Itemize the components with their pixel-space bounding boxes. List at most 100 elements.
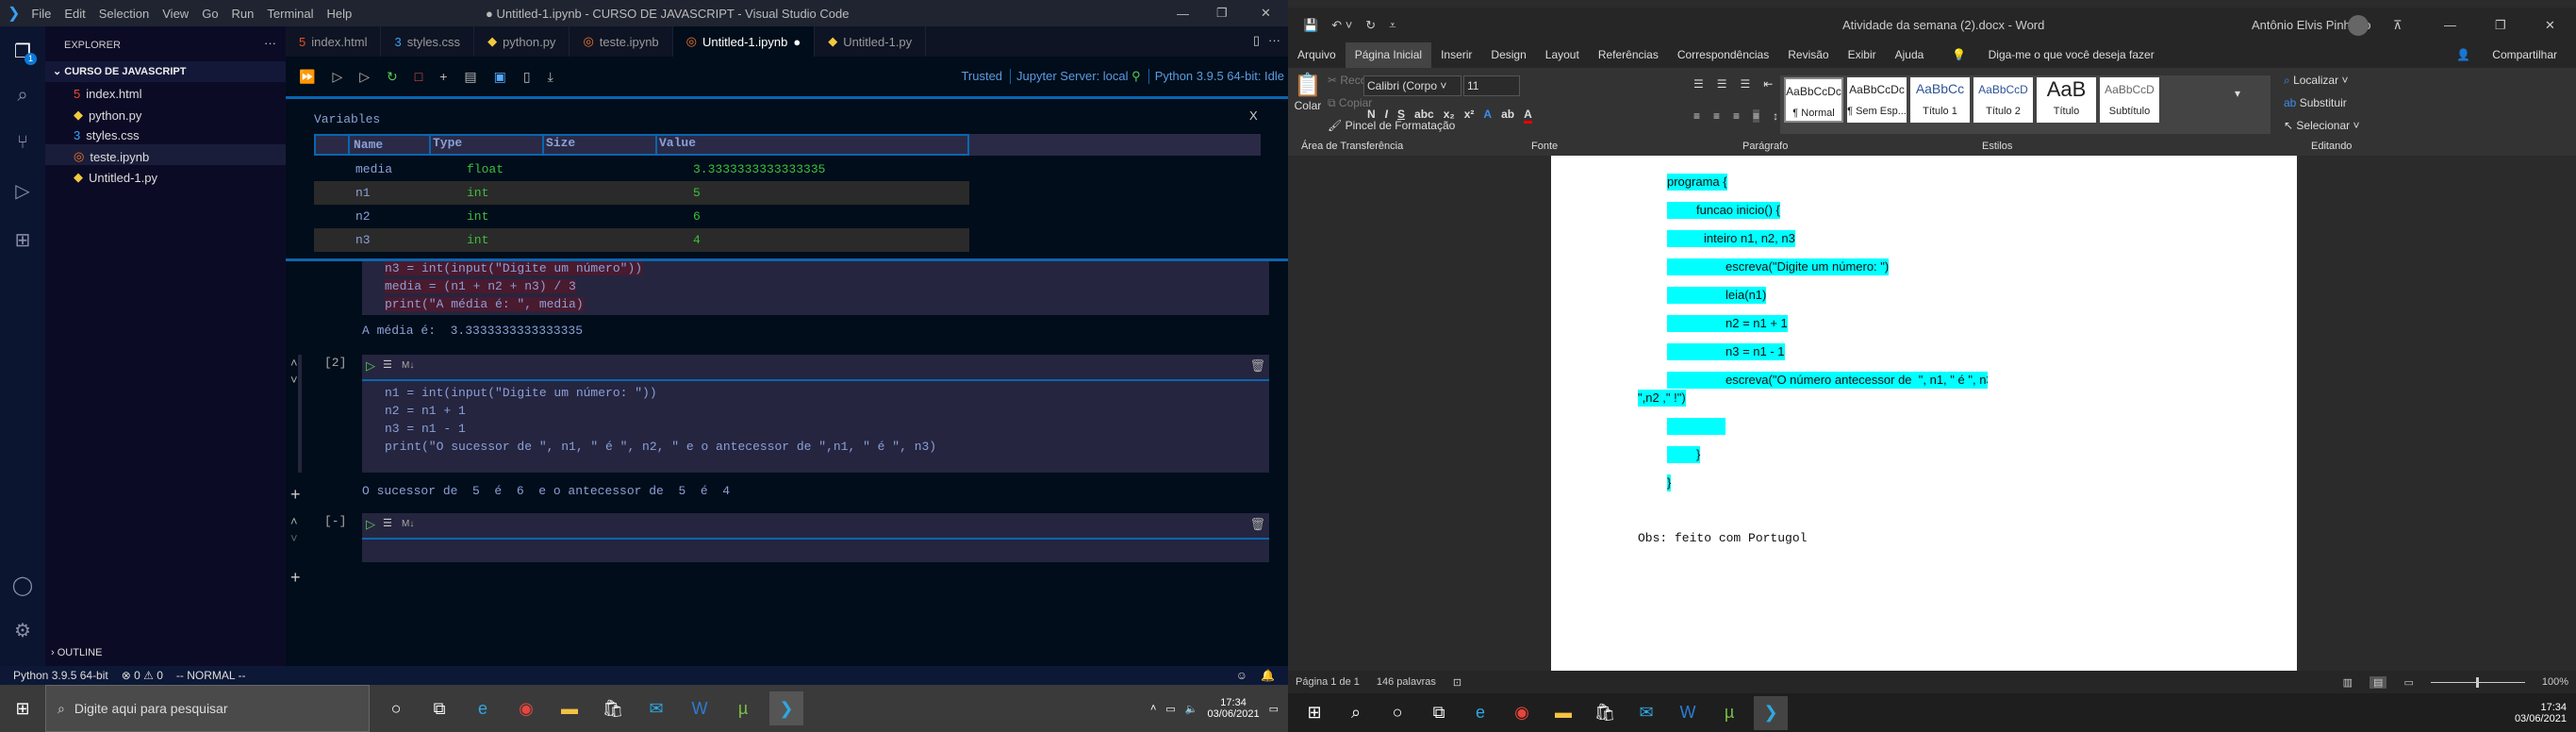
clear-outputs-icon[interactable]: ▤ xyxy=(464,69,476,85)
account-icon[interactable]: ◯ xyxy=(11,574,34,596)
word-icon[interactable]: W xyxy=(683,691,717,725)
avatar[interactable] xyxy=(2348,14,2369,36)
italic-button[interactable]: I xyxy=(1385,108,1388,124)
file-item[interactable]: ◆ python.py xyxy=(74,108,141,123)
tab-untitled-ipynb[interactable]: ◎ Untitled-1.ipynb ● xyxy=(672,26,816,57)
close-variables-button[interactable]: X xyxy=(1249,108,1258,123)
tray-chevron-icon[interactable]: ˄ xyxy=(1150,703,1156,714)
task-view-icon[interactable]: ⧉ xyxy=(422,691,456,725)
menu-help[interactable]: Help xyxy=(327,7,353,21)
find-button[interactable]: ⌕ Localizar ˅ xyxy=(2284,74,2348,88)
menu-terminal[interactable]: Terminal xyxy=(267,7,313,21)
mail-icon[interactable]: ✉ xyxy=(1629,696,1663,730)
superscript-button[interactable]: x² xyxy=(1464,108,1475,124)
tab-untitled-py[interactable]: ◆ Untitled-1.py xyxy=(815,26,927,57)
page-count[interactable]: Página 1 de 1 xyxy=(1296,676,1360,688)
variable-row[interactable]: n1 int 5 xyxy=(314,181,969,205)
doc-line[interactable]: n2 = n1 + 1 xyxy=(1667,315,1788,332)
more-actions-icon[interactable]: ··· xyxy=(1268,33,1280,47)
vscode-taskbar-icon[interactable]: ❯ xyxy=(769,691,803,725)
move-down-icon[interactable]: ˅ xyxy=(290,531,298,545)
outline-section[interactable]: › OUTLINE xyxy=(45,647,286,658)
store-icon[interactable]: 🛍 xyxy=(1588,696,1622,730)
tab-pagina-inicial[interactable]: Página Inicial xyxy=(1345,42,1432,68)
move-up-icon[interactable]: ˄ xyxy=(290,514,298,528)
search-icon[interactable]: ⌕ xyxy=(11,85,34,108)
line-spacing-button[interactable]: ↕ xyxy=(1773,109,1778,123)
tab-styles-css[interactable]: 3 styles.css xyxy=(381,26,475,57)
justify-button[interactable]: ≡ xyxy=(1753,109,1760,123)
copy-button[interactable]: ⧉ Copiar xyxy=(1328,96,1372,110)
source-control-icon[interactable]: ⑂ xyxy=(11,132,34,155)
doc-line[interactable]: ",n2 ," !") xyxy=(1638,390,1686,407)
export-icon[interactable]: ⤓ xyxy=(548,69,553,85)
doc-line[interactable]: inteiro n1, n2, n3 xyxy=(1667,230,1795,247)
file-explorer-icon[interactable]: ▬ xyxy=(553,691,586,725)
tell-me-box[interactable]: 💡 Diga-me o que você deseja fazer xyxy=(1933,42,2172,68)
tab-teste-ipynb[interactable]: ◎ teste.ipynb xyxy=(570,26,673,57)
minimize-button[interactable]: — xyxy=(2444,18,2456,32)
close-button[interactable]: ✕ xyxy=(1261,6,1271,21)
tab-ajuda[interactable]: Ajuda xyxy=(1886,42,1934,68)
replace-button[interactable]: ab Substituir xyxy=(2284,96,2347,109)
file-item[interactable]: ◎ teste.ipynb xyxy=(74,149,149,164)
add-cell-icon[interactable]: + xyxy=(290,568,301,588)
save-icon[interactable]: 💾 xyxy=(1303,18,1318,33)
delete-cell-icon[interactable]: 🗑 xyxy=(1249,517,1265,532)
style-title[interactable]: AaB Título xyxy=(2037,77,2096,123)
obs-note[interactable]: Obs: feito com Portugol xyxy=(1638,531,1807,545)
chrome-icon[interactable]: ◉ xyxy=(509,691,543,725)
align-center-button[interactable]: ≡ xyxy=(1713,109,1720,123)
restore-button[interactable]: ❐ xyxy=(2495,18,2506,33)
undo-icon[interactable]: ↶ ˅ xyxy=(1331,18,1352,33)
run-cell-icon[interactable]: ▷ xyxy=(366,517,375,532)
run-above-icon[interactable]: ▷ xyxy=(332,69,342,85)
trusted-status[interactable]: Trusted xyxy=(961,69,1002,84)
feedback-icon[interactable]: ☺ xyxy=(1236,669,1247,682)
taskbar-search[interactable]: ⌕ Digite aqui para pesquisar xyxy=(45,685,370,732)
underline-button[interactable]: S xyxy=(1397,108,1405,124)
ribbon-display-options-icon[interactable]: ⊼ xyxy=(2393,18,2403,33)
tab-design[interactable]: Design xyxy=(1481,42,1535,68)
doc-line[interactable] xyxy=(1667,418,1726,435)
paste-button[interactable]: 📋 Colar xyxy=(1294,72,1322,112)
markdown-toggle[interactable]: M↓ xyxy=(402,519,414,529)
tab-python-py[interactable]: ◆ python.py xyxy=(474,26,570,57)
menu-go[interactable]: Go xyxy=(202,7,218,21)
jupyter-server-status[interactable]: Jupyter Server: local ⚲ xyxy=(1010,69,1141,84)
variable-row[interactable]: n3 int 4 xyxy=(314,228,969,252)
doc-line[interactable]: } xyxy=(1667,474,1672,491)
problems-status[interactable]: ⊗ 0 ⚠ 0 xyxy=(122,669,163,682)
vscode-taskbar-icon[interactable]: ❯ xyxy=(1754,695,1788,730)
decrease-indent-button[interactable]: ⇤ xyxy=(1763,77,1773,91)
read-mode-icon[interactable]: ▥ xyxy=(2343,676,2353,689)
variables-icon[interactable]: ▣ xyxy=(494,69,506,85)
search-icon[interactable]: ⌕ xyxy=(1339,696,1373,730)
zoom-slider[interactable] xyxy=(2430,676,2525,688)
delete-cell-icon[interactable]: 🗑 xyxy=(1249,358,1265,374)
store-icon[interactable]: 🛍 xyxy=(596,691,630,725)
column-size[interactable]: Size xyxy=(542,136,575,154)
style-heading-1[interactable]: AaBbCc Título 1 xyxy=(1910,77,1970,123)
doc-line[interactable]: n3 = n1 - 1 xyxy=(1667,343,1785,360)
styles-more-icon[interactable]: ▾ xyxy=(2235,87,2240,100)
bold-button[interactable]: N xyxy=(1367,108,1376,124)
code-cell-3[interactable]: ▷ ☰ M↓ 🗑 xyxy=(362,513,1269,562)
clock[interactable]: 17:34 03/06/2021 xyxy=(1208,697,1260,720)
tab-layout[interactable]: Layout xyxy=(1536,42,1589,68)
customize-qat-icon[interactable]: ⩡ xyxy=(1389,18,1395,33)
variable-row[interactable]: n2 int 6 xyxy=(314,205,969,228)
doc-line[interactable]: funcao inicio() { xyxy=(1667,202,1780,219)
bullets-button[interactable]: ☰ xyxy=(1693,77,1704,91)
style-normal[interactable]: AaBbCcDc ¶ Normal xyxy=(1784,77,1843,123)
font-color-button[interactable]: A xyxy=(1524,108,1532,124)
folder-header[interactable]: ⌄ CURSO DE JAVASCRIPT xyxy=(45,61,286,82)
notification-center-icon[interactable]: ▭ xyxy=(1269,703,1279,715)
more-actions-icon[interactable]: ··· xyxy=(264,36,276,50)
tab-correspondencias[interactable]: Correspondências xyxy=(1668,42,1778,68)
python-interpreter-status[interactable]: Python 3.9.5 64-bit xyxy=(13,669,108,682)
column-value[interactable]: Value xyxy=(655,136,696,154)
markdown-toggle[interactable]: M↓ xyxy=(402,360,414,371)
style-subtitle[interactable]: AaBbCcD Subtítulo xyxy=(2100,77,2159,123)
tab-revisao[interactable]: Revisão xyxy=(1778,42,1838,68)
